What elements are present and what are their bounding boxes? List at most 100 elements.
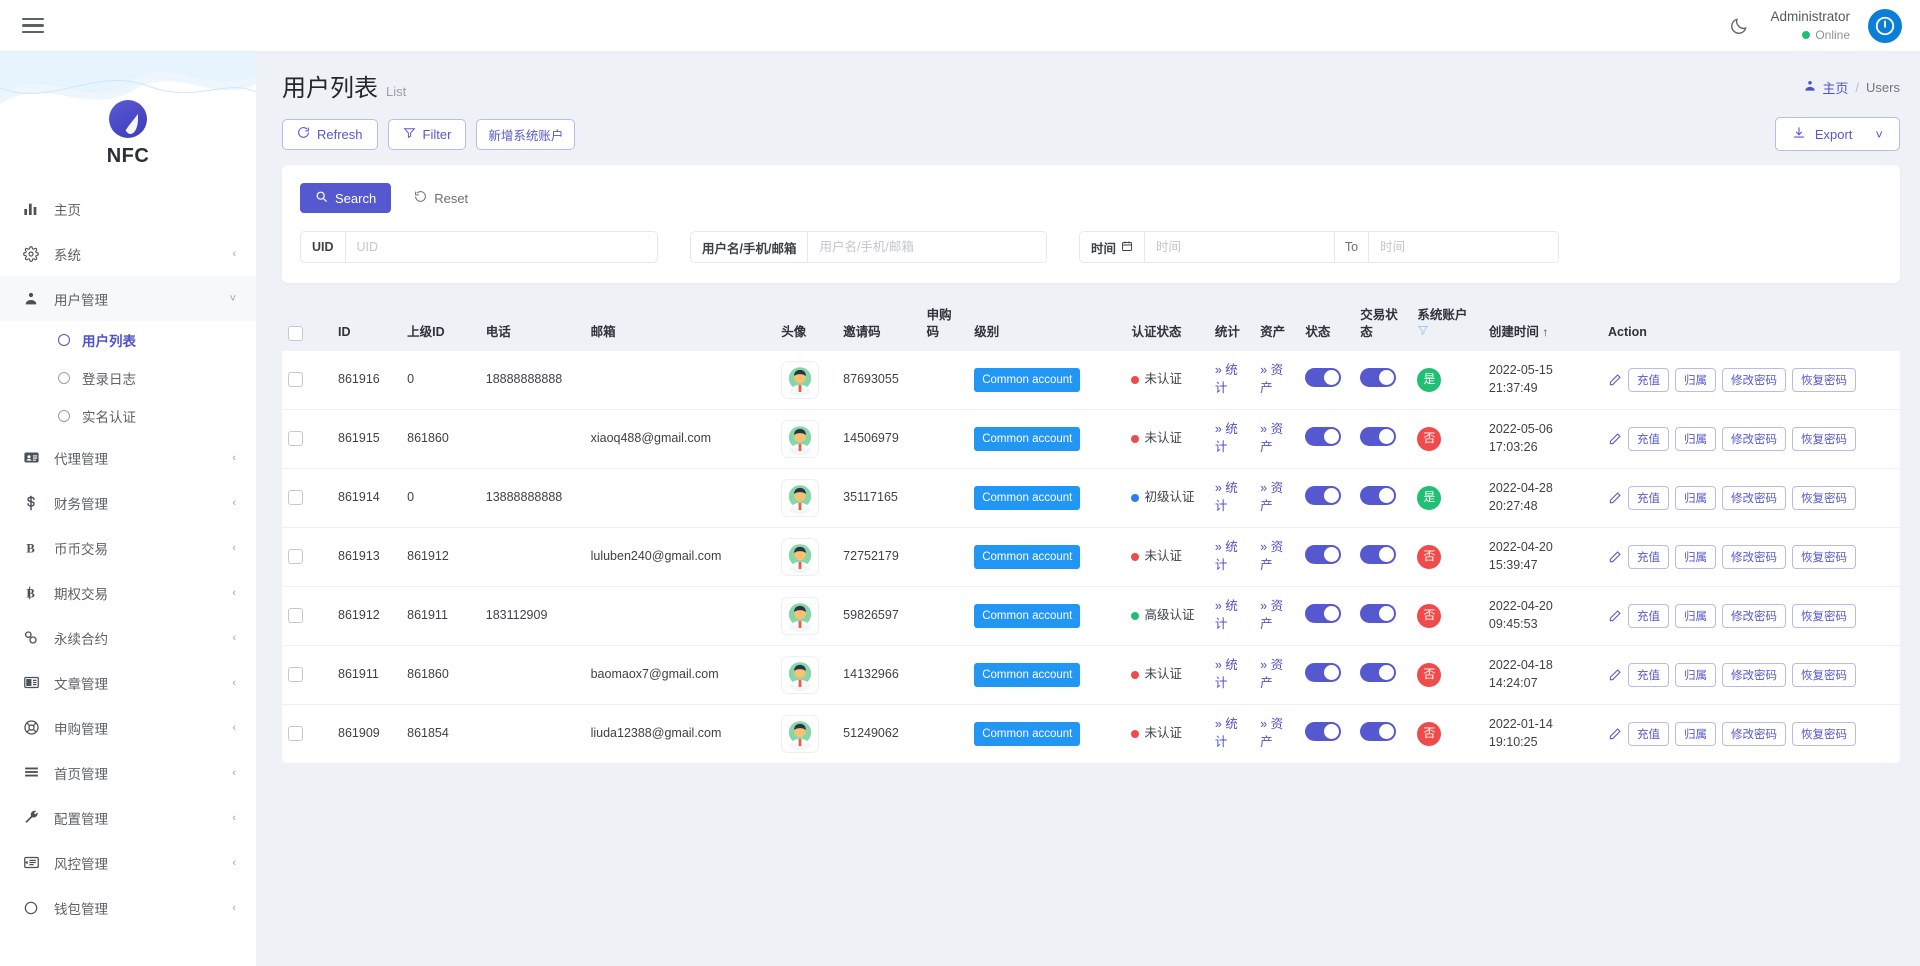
status-toggle[interactable] [1305,545,1341,564]
assets-link[interactable]: » 资产 [1260,599,1283,631]
col-trade-status[interactable]: 交易状态 [1354,297,1411,351]
col-created-time[interactable]: 创建时间 ↑ [1483,297,1602,351]
sidebar-item-risk-management[interactable]: 风控管理 ‹ [0,840,256,885]
time-to-input[interactable] [1369,232,1558,262]
col-system-account[interactable]: 系统账户 [1411,297,1482,351]
add-system-account-button[interactable]: 新增系统账户 [476,119,575,150]
col-auth-status[interactable]: 认证状态 [1125,297,1208,351]
select-all-checkbox[interactable] [288,326,303,341]
recharge-button[interactable]: 充值 [1628,427,1669,451]
change-password-button[interactable]: 修改密码 [1722,486,1786,510]
restore-password-button[interactable]: 恢复密码 [1792,427,1856,451]
username-input[interactable] [808,232,1046,262]
pencil-icon[interactable] [1608,609,1622,623]
row-checkbox[interactable] [288,549,303,564]
recharge-button[interactable]: 充值 [1628,486,1669,510]
change-password-button[interactable]: 修改密码 [1722,663,1786,687]
row-checkbox[interactable] [288,431,303,446]
filter-button[interactable]: Filter [388,119,467,150]
sidebar-item-home[interactable]: 主页 [0,186,256,231]
export-button[interactable]: Export ˅ [1775,117,1900,151]
change-password-button[interactable]: 修改密码 [1722,368,1786,392]
status-toggle[interactable] [1305,368,1341,387]
pencil-icon[interactable] [1608,727,1622,741]
chevron-down-icon[interactable]: ˅ [1875,127,1883,142]
assets-link[interactable]: » 资产 [1260,717,1283,749]
change-password-button[interactable]: 修改密码 [1722,545,1786,569]
row-checkbox[interactable] [288,726,303,741]
trade-status-toggle[interactable] [1360,545,1396,564]
col-invite-code[interactable]: 邀请码 [837,297,920,351]
restore-password-button[interactable]: 恢复密码 [1792,486,1856,510]
recharge-button[interactable]: 充值 [1628,545,1669,569]
pencil-icon[interactable] [1608,668,1622,682]
user-avatar-icon[interactable] [781,715,819,753]
sidebar-item-subscription-management[interactable]: 申购管理 ‹ [0,705,256,750]
belong-button[interactable]: 归属 [1675,604,1716,628]
belong-button[interactable]: 归属 [1675,545,1716,569]
time-from-input[interactable] [1145,232,1334,262]
recharge-button[interactable]: 充值 [1628,368,1669,392]
sidebar-item-article-management[interactable]: 文章管理 ‹ [0,660,256,705]
sidebar-item-agent-management[interactable]: 代理管理 ‹ [0,435,256,480]
trade-status-toggle[interactable] [1360,486,1396,505]
stats-link[interactable]: » 统计 [1215,422,1238,454]
assets-link[interactable]: » 资产 [1260,422,1283,454]
col-status[interactable]: 状态 [1299,297,1354,351]
trade-status-toggle[interactable] [1360,663,1396,682]
user-avatar-icon[interactable] [781,479,819,517]
sort-asc-icon[interactable]: ↑ [1542,325,1548,339]
stats-link[interactable]: » 统计 [1215,363,1238,395]
status-toggle[interactable] [1305,604,1341,623]
status-toggle[interactable] [1305,722,1341,741]
restore-password-button[interactable]: 恢复密码 [1792,604,1856,628]
restore-password-button[interactable]: 恢复密码 [1792,663,1856,687]
change-password-button[interactable]: 修改密码 [1722,722,1786,746]
sidebar-item-perpetual-contract[interactable]: 永续合约 ‹ [0,615,256,660]
search-button[interactable]: Search [300,183,391,213]
trade-status-toggle[interactable] [1360,427,1396,446]
restore-password-button[interactable]: 恢复密码 [1792,722,1856,746]
filter-icon[interactable] [1417,325,1429,339]
assets-link[interactable]: » 资产 [1260,363,1283,395]
col-phone[interactable]: 电话 [480,297,585,351]
status-toggle[interactable] [1305,663,1341,682]
col-level[interactable]: 级别 [968,297,1125,351]
col-parent-id[interactable]: 上级ID [401,297,480,351]
pencil-icon[interactable] [1608,432,1622,446]
belong-button[interactable]: 归属 [1675,722,1716,746]
avatar[interactable] [1868,9,1902,43]
assets-link[interactable]: » 资产 [1260,481,1283,513]
belong-button[interactable]: 归属 [1675,663,1716,687]
user-avatar-icon[interactable] [781,656,819,694]
row-checkbox[interactable] [288,490,303,505]
row-checkbox[interactable] [288,667,303,682]
col-subscribe-code[interactable]: 申购码 [921,297,969,351]
recharge-button[interactable]: 充值 [1628,722,1669,746]
moon-icon[interactable] [1726,13,1752,39]
change-password-button[interactable]: 修改密码 [1722,427,1786,451]
trade-status-toggle[interactable] [1360,722,1396,741]
user-avatar-icon[interactable] [781,420,819,458]
restore-password-button[interactable]: 恢复密码 [1792,368,1856,392]
recharge-button[interactable]: 充值 [1628,663,1669,687]
row-checkbox[interactable] [288,608,303,623]
pencil-icon[interactable] [1608,491,1622,505]
sidebar-item-finance-management[interactable]: 财务管理 ‹ [0,480,256,525]
uid-input[interactable] [346,232,657,262]
trade-status-toggle[interactable] [1360,604,1396,623]
status-toggle[interactable] [1305,427,1341,446]
refresh-button[interactable]: Refresh [282,119,378,150]
restore-password-button[interactable]: 恢复密码 [1792,545,1856,569]
sidebar-item-coin-trade[interactable]: B 币币交易 ‹ [0,525,256,570]
col-id[interactable]: ID [332,297,401,351]
belong-button[interactable]: 归属 [1675,368,1716,392]
pencil-icon[interactable] [1608,373,1622,387]
sidebar-item-system[interactable]: 系统 ‹ [0,231,256,276]
sidebar-item-real-name-auth[interactable]: 实名认证 [0,397,256,435]
assets-link[interactable]: » 资产 [1260,658,1283,690]
sidebar-item-homepage-management[interactable]: 首页管理 ‹ [0,750,256,795]
stats-link[interactable]: » 统计 [1215,599,1238,631]
col-email[interactable]: 邮箱 [585,297,776,351]
sidebar-item-wallet-management[interactable]: 钱包管理 ‹ [0,885,256,930]
